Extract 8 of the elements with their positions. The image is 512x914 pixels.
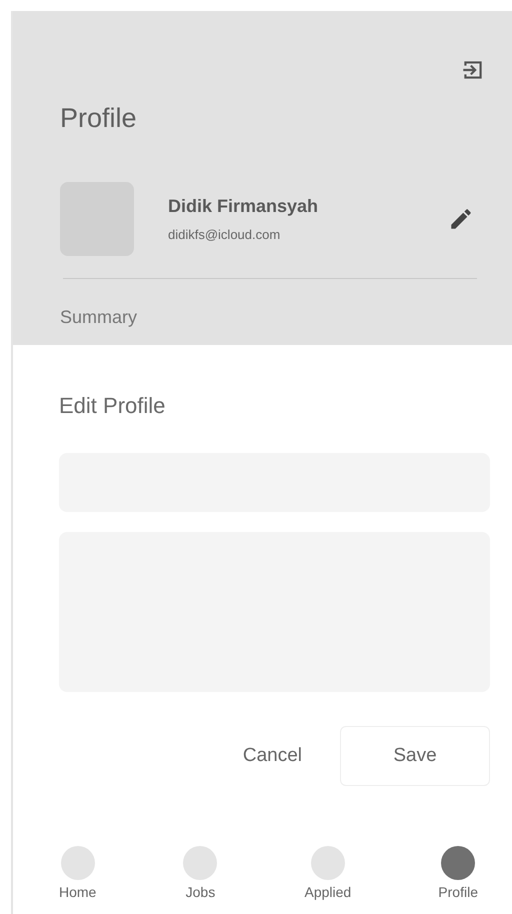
- cancel-button[interactable]: Cancel: [234, 735, 310, 777]
- page-title: Profile: [60, 103, 138, 134]
- user-name: Didik Firmansyah: [168, 196, 320, 217]
- section-label: Summary: [60, 307, 138, 328]
- nav-tab[interactable]: Applied: [304, 846, 352, 900]
- sheet-title: Edit Profile: [59, 393, 166, 419]
- user-email: didikfs@icloud.com: [168, 227, 282, 242]
- save-button[interactable]: Save: [340, 726, 490, 786]
